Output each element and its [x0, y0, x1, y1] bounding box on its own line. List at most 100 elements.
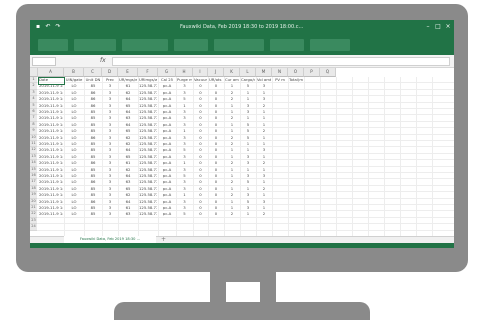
table-cell[interactable]: 3 — [177, 141, 192, 146]
table-cell[interactable]: 2019-11-9 14:33 — [39, 167, 63, 172]
table-cell[interactable]: 85 — [85, 167, 101, 172]
table-cell[interactable]: 3 — [177, 83, 192, 88]
ribbon-group-cells[interactable] — [270, 39, 304, 51]
table-cell[interactable]: 0 — [209, 109, 223, 114]
table-cell[interactable]: 3 — [103, 211, 117, 216]
table-cell[interactable]: 3 — [103, 135, 117, 140]
table-cell[interactable]: Purge m/s — [177, 77, 192, 82]
table-cell[interactable]: 3 — [103, 205, 117, 210]
table-cell[interactable]: 3 — [257, 96, 271, 101]
table-cell[interactable]: 125.58.77 — [139, 96, 157, 101]
table-cell[interactable]: 125.58.77 — [139, 90, 157, 95]
table-cell[interactable]: 0 — [194, 160, 207, 165]
table-cell[interactable]: 61 — [119, 160, 137, 165]
table-cell[interactable]: 0 — [194, 103, 207, 108]
table-cell[interactable]: pc-A — [159, 179, 175, 184]
table-cell[interactable]: 64 — [119, 109, 137, 114]
table-cell[interactable]: 3 — [103, 115, 117, 120]
table-cell[interactable]: 3 — [257, 199, 271, 204]
table-cell[interactable]: 62 — [119, 135, 137, 140]
table-cell[interactable]: 85 — [85, 154, 101, 159]
table-cell[interactable]: 63 — [119, 179, 137, 184]
table-cell[interactable]: LO — [65, 141, 83, 146]
table-cell[interactable]: 125.58.77 — [139, 103, 157, 108]
table-cell[interactable]: 0 — [209, 154, 223, 159]
table-cell[interactable]: 85 — [85, 141, 101, 146]
table-cell[interactable]: 0 — [194, 205, 207, 210]
table-cell[interactable]: 3 — [177, 179, 192, 184]
table-cell[interactable]: 86 — [85, 103, 101, 108]
column-header-k[interactable]: K — [224, 68, 240, 77]
table-cell[interactable]: 3 — [177, 90, 192, 95]
table-cell[interactable]: LO — [65, 147, 83, 152]
table-cell[interactable]: 64 — [119, 147, 137, 152]
table-cell[interactable]: 64 — [119, 199, 137, 204]
table-cell[interactable]: 1 — [225, 154, 239, 159]
table-cell[interactable]: Prec — [103, 77, 117, 82]
table-cell[interactable]: 1 — [225, 186, 239, 191]
table-cell[interactable]: UR/ots m/s — [209, 77, 223, 82]
table-cell[interactable]: 0 — [209, 160, 223, 165]
table-cell[interactable]: LO — [65, 109, 83, 114]
table-cell[interactable]: 85 — [85, 192, 101, 197]
table-cell[interactable]: 125.58.77 — [139, 83, 157, 88]
select-all-corner[interactable] — [30, 68, 38, 77]
column-header-d[interactable]: D — [102, 68, 118, 77]
table-cell[interactable]: 3 — [177, 122, 192, 127]
table-cell[interactable]: 2 — [225, 90, 239, 95]
table-cell[interactable]: 2019-11-9 14:35 — [39, 179, 63, 184]
table-cell[interactable]: 1 — [225, 173, 239, 178]
table-cell[interactable]: 125.58.77 — [139, 135, 157, 140]
table-cell[interactable]: 3 — [103, 167, 117, 172]
table-cell[interactable]: LO — [65, 96, 83, 101]
table-cell[interactable]: 5 — [241, 179, 255, 184]
table-cell[interactable]: 1 — [257, 167, 271, 172]
table-cell[interactable]: 3 — [241, 173, 255, 178]
ribbon-group-clipboard[interactable] — [38, 39, 68, 51]
table-cell[interactable]: 0 — [194, 211, 207, 216]
table-cell[interactable]: 1 — [225, 199, 239, 204]
table-cell[interactable]: 125.58.77 — [139, 173, 157, 178]
table-cell[interactable]: pc-A — [159, 90, 175, 95]
table-cell[interactable]: 3 — [241, 109, 255, 114]
table-cell[interactable]: 125.58.77 — [139, 154, 157, 159]
table-cell[interactable]: 85 — [85, 147, 101, 152]
table-cell[interactable]: 0 — [209, 147, 223, 152]
table-cell[interactable]: 2019-11-9 14:21 — [39, 103, 63, 108]
table-cell[interactable]: 1 — [177, 192, 192, 197]
table-cell[interactable]: 1 — [257, 179, 271, 184]
ribbon-group-number[interactable] — [174, 39, 208, 51]
table-cell[interactable]: 2 — [257, 186, 271, 191]
table-cell[interactable]: 3 — [103, 96, 117, 101]
table-cell[interactable]: 2 — [225, 135, 239, 140]
table-cell[interactable]: LO — [65, 115, 83, 120]
table-cell[interactable]: pc-A — [159, 122, 175, 127]
table-cell[interactable]: 85 — [85, 122, 101, 127]
table-cell[interactable]: 0 — [194, 167, 207, 172]
table-cell[interactable]: 63 — [119, 211, 137, 216]
table-cell[interactable]: 0 — [209, 122, 223, 127]
table-cell[interactable]: pc-A — [159, 141, 175, 146]
table-cell[interactable]: 1 — [241, 90, 255, 95]
table-cell[interactable]: LO — [65, 135, 83, 140]
table-cell[interactable]: 3 — [177, 154, 192, 159]
table-cell[interactable]: 63 — [119, 115, 137, 120]
table-cell[interactable]: 5 — [177, 211, 192, 216]
table-cell[interactable]: 125.58.77 — [139, 186, 157, 191]
column-header-f[interactable]: F — [138, 68, 158, 77]
table-cell[interactable]: 125.58.77 — [139, 199, 157, 204]
table-cell[interactable]: 65 — [119, 186, 137, 191]
table-cell[interactable]: 5 — [241, 128, 255, 133]
table-cell[interactable]: Vacuum m — [194, 77, 207, 82]
table-cell[interactable]: 0 — [209, 173, 223, 178]
table-cell[interactable]: 3 — [241, 192, 255, 197]
table-cell[interactable]: 1 — [257, 154, 271, 159]
table-cell[interactable]: 1 — [241, 186, 255, 191]
ribbon-group-alignment[interactable] — [122, 39, 168, 51]
table-cell[interactable]: Unit DN — [85, 77, 101, 82]
table-cell[interactable]: pc-A — [159, 83, 175, 88]
table-cell[interactable]: 1 — [177, 160, 192, 165]
table-cell[interactable]: LO — [65, 179, 83, 184]
table-cell[interactable]: pc-A — [159, 96, 175, 101]
table-cell[interactable]: 2019-11-9 14:30 — [39, 147, 63, 152]
